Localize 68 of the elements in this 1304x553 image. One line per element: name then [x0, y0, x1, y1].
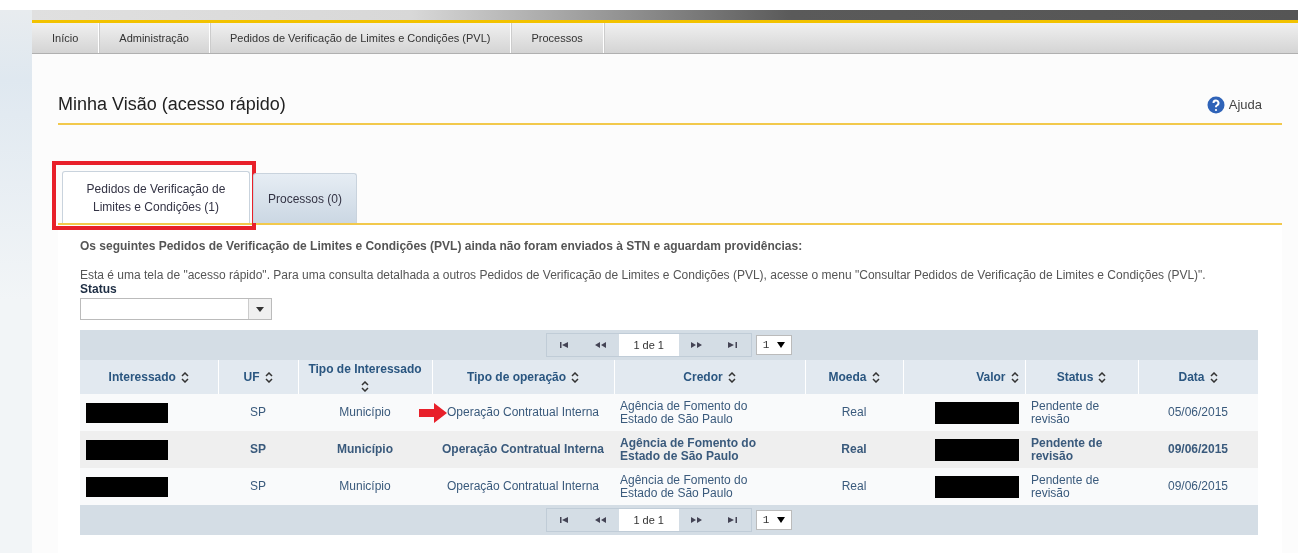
table-cell: Município: [339, 405, 391, 419]
table-cell: 05/06/2015: [1167, 405, 1229, 419]
sort-icon: [1209, 371, 1218, 383]
nav-menu-item[interactable]: Processos: [511, 23, 604, 53]
next-page-icon: [691, 342, 703, 348]
column-header[interactable]: Tipo de Interessado: [298, 360, 432, 394]
sort-icon: [727, 371, 736, 383]
table-cell: Município: [337, 442, 393, 456]
nav-menu-item[interactable]: Administração: [99, 23, 210, 53]
caret-icon: [256, 306, 264, 312]
table-cell: Real: [841, 479, 867, 493]
page-title: Minha Visão (acesso rápido): [58, 94, 286, 115]
help-icon: [1206, 95, 1225, 114]
column-header[interactable]: UF: [218, 360, 298, 394]
column-header[interactable]: Tipo de operação: [432, 360, 614, 394]
page-indicator: 1 de 1: [618, 334, 679, 356]
table-cell: Real: [841, 405, 867, 419]
table-cell: Operação Contratual Interna: [446, 480, 600, 493]
table-cell: Pendente de revisão: [1031, 398, 1100, 426]
last-page-icon: [728, 517, 738, 523]
column-header[interactable]: Status: [1025, 360, 1138, 394]
tab[interactable]: Processos (0): [253, 173, 358, 223]
tab[interactable]: Pedidos de Verificação de Limites e Condições (1): [62, 171, 250, 223]
sort-icon: [571, 371, 580, 383]
table-cell: Pendente de revisão: [1031, 472, 1100, 500]
column-header[interactable]: Credor: [614, 360, 805, 394]
table-row[interactable]: SP Município Operação Contratual Interna Agência de Fomento do Estado de São Paulo Real Pendente de revisão 09/06/2015: [80, 468, 1258, 505]
next-page-icon: [691, 517, 703, 523]
page-indicator: 1 de 1: [618, 509, 679, 531]
rows-per-page-select[interactable]: 1: [755, 510, 793, 530]
sort-icon: [264, 371, 273, 383]
table-row[interactable]: SP Município Operação Contratual Interna Agência de Fomento do Estado de São Paulo Real Pendente de revisão 05/06/2015: [80, 394, 1258, 431]
column-header[interactable]: Interessado: [80, 360, 218, 394]
table-cell: Operação Contratual Interna: [446, 406, 600, 419]
intro-text: Os seguintes Pedidos de Verificação de Limites e Condições (PVL) ainda não foram enviados à STN e aguardam providências:: [80, 239, 804, 253]
table-cell: 09/06/2015: [1167, 442, 1229, 456]
sort-icon: [180, 371, 189, 383]
last-page-icon: [728, 342, 738, 348]
table-cell: SP: [250, 442, 266, 456]
column-header[interactable]: Valor: [903, 360, 1025, 394]
table-cell-text: Agência de Fomento do Estado de São Paulo: [620, 473, 749, 500]
table-cell: Pendente de revisão: [1031, 435, 1103, 463]
sort-icon: [871, 371, 880, 383]
sort-icon: [1010, 371, 1019, 383]
table-cell: 09/06/2015: [1167, 479, 1229, 493]
table-cell: Município: [339, 479, 391, 493]
help-link[interactable]: Ajuda: [1206, 95, 1262, 114]
rows-per-page-select[interactable]: 1: [755, 335, 793, 355]
nav-menu-item[interactable]: Início: [32, 23, 100, 53]
previous-page-icon: [595, 342, 607, 348]
status-label: Status: [80, 282, 118, 296]
column-header[interactable]: Moeda: [805, 360, 903, 394]
previous-page-icon: [595, 517, 607, 523]
caret-icon: [777, 342, 786, 348]
table-cell: Operação Contratual Interna: [441, 443, 604, 456]
first-page-icon: [560, 342, 570, 348]
note-text: Esta é uma tela de "acesso rápido". Para uma consulta detalhada a outros Pedidos de Verificação de Limites e Condições (PVL), acesse o menu "Consultar Pedidos de Verificação de Limites e Condições (PVL)".: [80, 269, 1207, 282]
table-cell: SP: [250, 479, 266, 493]
table-cell-text: Agência de Fomento do Estado de São Paulo: [620, 399, 749, 426]
table-cell: SP: [250, 405, 266, 419]
nav-menu-item[interactable]: Pedidos de Verificação de Limites e Condições (PVL): [210, 23, 512, 53]
table-cell: Real: [841, 442, 867, 456]
column-header[interactable]: Data: [1138, 360, 1258, 394]
first-page-icon: [560, 517, 570, 523]
sort-icon: [1098, 371, 1107, 383]
table-cell-text: Agência de Fomento do Estado de São Paulo: [620, 436, 757, 463]
sort-icon: [361, 381, 369, 392]
caret-icon: [777, 517, 786, 523]
